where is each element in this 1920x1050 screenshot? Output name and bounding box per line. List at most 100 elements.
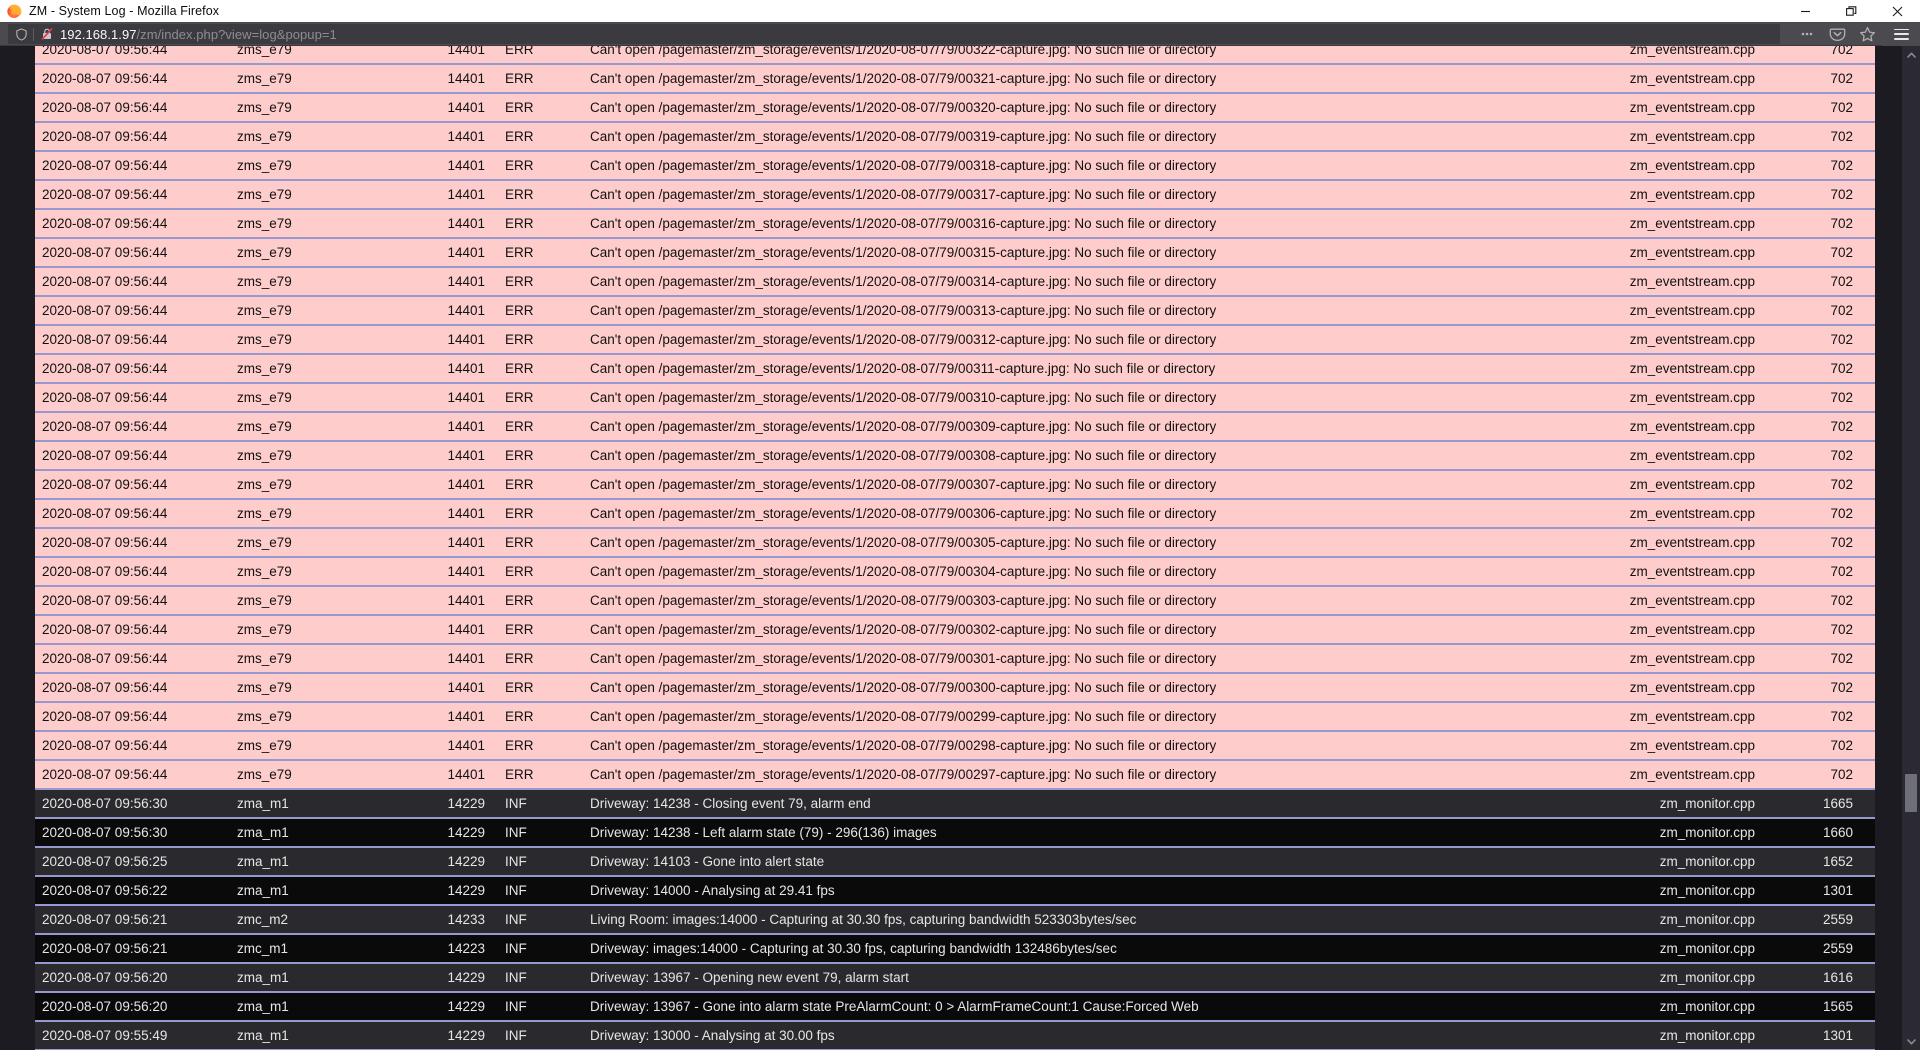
log-cell-line: 702	[1755, 354, 1875, 384]
vertical-scrollbar[interactable]	[1902, 46, 1920, 1050]
log-cell-component: zms_e79	[210, 46, 410, 65]
log-cell-time: 2020-08-07 09:56:44	[35, 383, 210, 413]
log-cell-file: zm_eventstream.cpp	[1455, 180, 1755, 210]
log-cell-pid: 14401	[410, 499, 485, 529]
log-cell-message: Can't open /pagemaster/zm_storage/events…	[555, 151, 1455, 181]
shield-icon[interactable]	[13, 26, 29, 42]
log-cell-line: 702	[1755, 238, 1875, 268]
log-cell-line: 702	[1755, 499, 1875, 529]
log-cell-pid: 14401	[410, 702, 485, 732]
log-cell-file: zm_monitor.cpp	[1455, 1021, 1755, 1050]
log-table-row: 2020-08-07 09:56:44 zms_e79 14401 ERR Can't …	[35, 64, 1875, 94]
scrollbar-thumb[interactable]	[1905, 774, 1917, 812]
log-table-row: 2020-08-07 09:56:44 zms_e79 14401 ERR Can't …	[35, 470, 1875, 500]
log-cell-component: zma_m1	[210, 992, 410, 1022]
log-table-row: 2020-08-07 09:56:44 zms_e79 14401 ERR Can't …	[35, 267, 1875, 297]
log-cell-pid: 14229	[410, 789, 485, 819]
log-cell-message: Can't open /pagemaster/zm_storage/events…	[555, 586, 1455, 616]
url-bar[interactable]: 192.168.1.97/zm/index.php?view=log&popup…	[8, 24, 1780, 44]
log-cell-line: 1565	[1755, 992, 1875, 1022]
log-cell-file: zm_eventstream.cpp	[1455, 528, 1755, 558]
log-cell-time: 2020-08-07 09:55:49	[35, 1021, 210, 1050]
log-cell-line: 1665	[1755, 789, 1875, 819]
log-cell-level: ERR	[485, 615, 555, 645]
log-cell-pid: 14223	[410, 934, 485, 964]
log-cell-line: 702	[1755, 528, 1875, 558]
log-cell-level: INF	[485, 876, 555, 906]
log-cell-pid: 14401	[410, 209, 485, 239]
log-cell-line: 2559	[1755, 905, 1875, 935]
bookmark-star-icon[interactable]	[1852, 22, 1882, 46]
log-cell-time: 2020-08-07 09:56:44	[35, 122, 210, 152]
log-cell-line: 702	[1755, 412, 1875, 442]
log-cell-message: Can't open /pagemaster/zm_storage/events…	[555, 64, 1455, 94]
log-table-row: 2020-08-07 09:56:44 zms_e79 14401 ERR Can't …	[35, 586, 1875, 616]
log-cell-pid: 14401	[410, 615, 485, 645]
broken-lock-icon[interactable]	[39, 26, 55, 42]
scrollbar-track[interactable]	[1902, 64, 1920, 1032]
log-table-row: 2020-08-07 09:56:44 zms_e79 14401 ERR Can't …	[35, 296, 1875, 326]
log-table-row: 2020-08-07 09:56:44 zms_e79 14401 ERR Can't …	[35, 122, 1875, 152]
log-cell-message: Can't open /pagemaster/zm_storage/events…	[555, 180, 1455, 210]
pocket-save-icon[interactable]	[1822, 22, 1852, 46]
log-cell-message: Can't open /pagemaster/zm_storage/events…	[555, 557, 1455, 587]
menu-lines	[1893, 28, 1909, 40]
log-cell-time: 2020-08-07 09:56:44	[35, 470, 210, 500]
log-cell-pid: 14401	[410, 122, 485, 152]
log-table-row: 2020-08-07 09:56:21 zmc_m1 14223 INF Drivewa…	[35, 934, 1875, 964]
scroll-up-button[interactable]	[1902, 46, 1920, 64]
log-cell-message: Can't open /pagemaster/zm_storage/events…	[555, 441, 1455, 471]
close-button[interactable]	[1874, 0, 1920, 22]
log-content-area: 2020-08-07 09:56:44 zms_e79 14401 ERR Can't …	[0, 46, 1902, 1050]
log-cell-level: ERR	[485, 354, 555, 384]
log-cell-level: INF	[485, 789, 555, 819]
log-cell-pid: 14401	[410, 441, 485, 471]
page-actions-icon[interactable]	[1792, 22, 1822, 46]
maximize-restore-button[interactable]	[1828, 0, 1874, 22]
log-cell-pid: 14401	[410, 673, 485, 703]
log-cell-message: Can't open /pagemaster/zm_storage/events…	[555, 499, 1455, 529]
log-cell-level: INF	[485, 992, 555, 1022]
log-cell-time: 2020-08-07 09:56:20	[35, 992, 210, 1022]
log-cell-level: ERR	[485, 702, 555, 732]
url-path: /zm/index.php?view=log&popup=1	[136, 26, 337, 42]
log-cell-pid: 14229	[410, 818, 485, 848]
log-table-row: 2020-08-07 09:56:44 zms_e79 14401 ERR Can't …	[35, 383, 1875, 413]
log-cell-file: zm_eventstream.cpp	[1455, 209, 1755, 239]
log-cell-line: 702	[1755, 151, 1875, 181]
window-controls	[1782, 0, 1920, 22]
log-cell-line: 702	[1755, 644, 1875, 674]
firefox-logo-icon	[6, 3, 22, 19]
log-table-row: 2020-08-07 09:56:44 zms_e79 14401 ERR Can't …	[35, 731, 1875, 761]
log-cell-message: Can't open /pagemaster/zm_storage/events…	[555, 325, 1455, 355]
log-cell-level: ERR	[485, 64, 555, 94]
log-table-row: 2020-08-07 09:56:44 zms_e79 14401 ERR Can't …	[35, 673, 1875, 703]
log-table-row: 2020-08-07 09:56:44 zms_e79 14401 ERR Can't …	[35, 557, 1875, 587]
log-cell-file: zm_eventstream.cpp	[1455, 325, 1755, 355]
log-cell-pid: 14401	[410, 325, 485, 355]
log-table-row: 2020-08-07 09:56:30 zma_m1 14229 INF Drivewa…	[35, 818, 1875, 848]
log-cell-line: 702	[1755, 93, 1875, 123]
log-cell-pid: 14401	[410, 557, 485, 587]
log-cell-file: zm_eventstream.cpp	[1455, 46, 1755, 65]
log-cell-component: zms_e79	[210, 151, 410, 181]
log-cell-file: zm_eventstream.cpp	[1455, 586, 1755, 616]
log-cell-message: Driveway: 13000 - Analysing at 30.00 fps	[555, 1021, 1455, 1050]
log-cell-component: zms_e79	[210, 209, 410, 239]
log-cell-time: 2020-08-07 09:56:21	[35, 934, 210, 964]
url-text[interactable]: 192.168.1.97/zm/index.php?view=log&popup…	[60, 27, 337, 42]
scroll-down-button[interactable]	[1902, 1032, 1920, 1050]
log-cell-component: zma_m1	[210, 847, 410, 877]
log-cell-level: INF	[485, 818, 555, 848]
log-cell-time: 2020-08-07 09:56:44	[35, 644, 210, 674]
log-table-row: 2020-08-07 09:56:44 zms_e79 14401 ERR Can't …	[35, 180, 1875, 210]
hamburger-menu-icon[interactable]	[1882, 22, 1920, 46]
log-cell-pid: 14401	[410, 412, 485, 442]
log-cell-time: 2020-08-07 09:56:44	[35, 296, 210, 326]
log-cell-file: zm_eventstream.cpp	[1455, 499, 1755, 529]
log-cell-level: ERR	[485, 441, 555, 471]
log-cell-time: 2020-08-07 09:56:44	[35, 209, 210, 239]
log-table-row: 2020-08-07 09:56:44 zms_e79 14401 ERR Can't …	[35, 325, 1875, 355]
log-cell-level: INF	[485, 905, 555, 935]
minimize-button[interactable]	[1782, 0, 1828, 22]
